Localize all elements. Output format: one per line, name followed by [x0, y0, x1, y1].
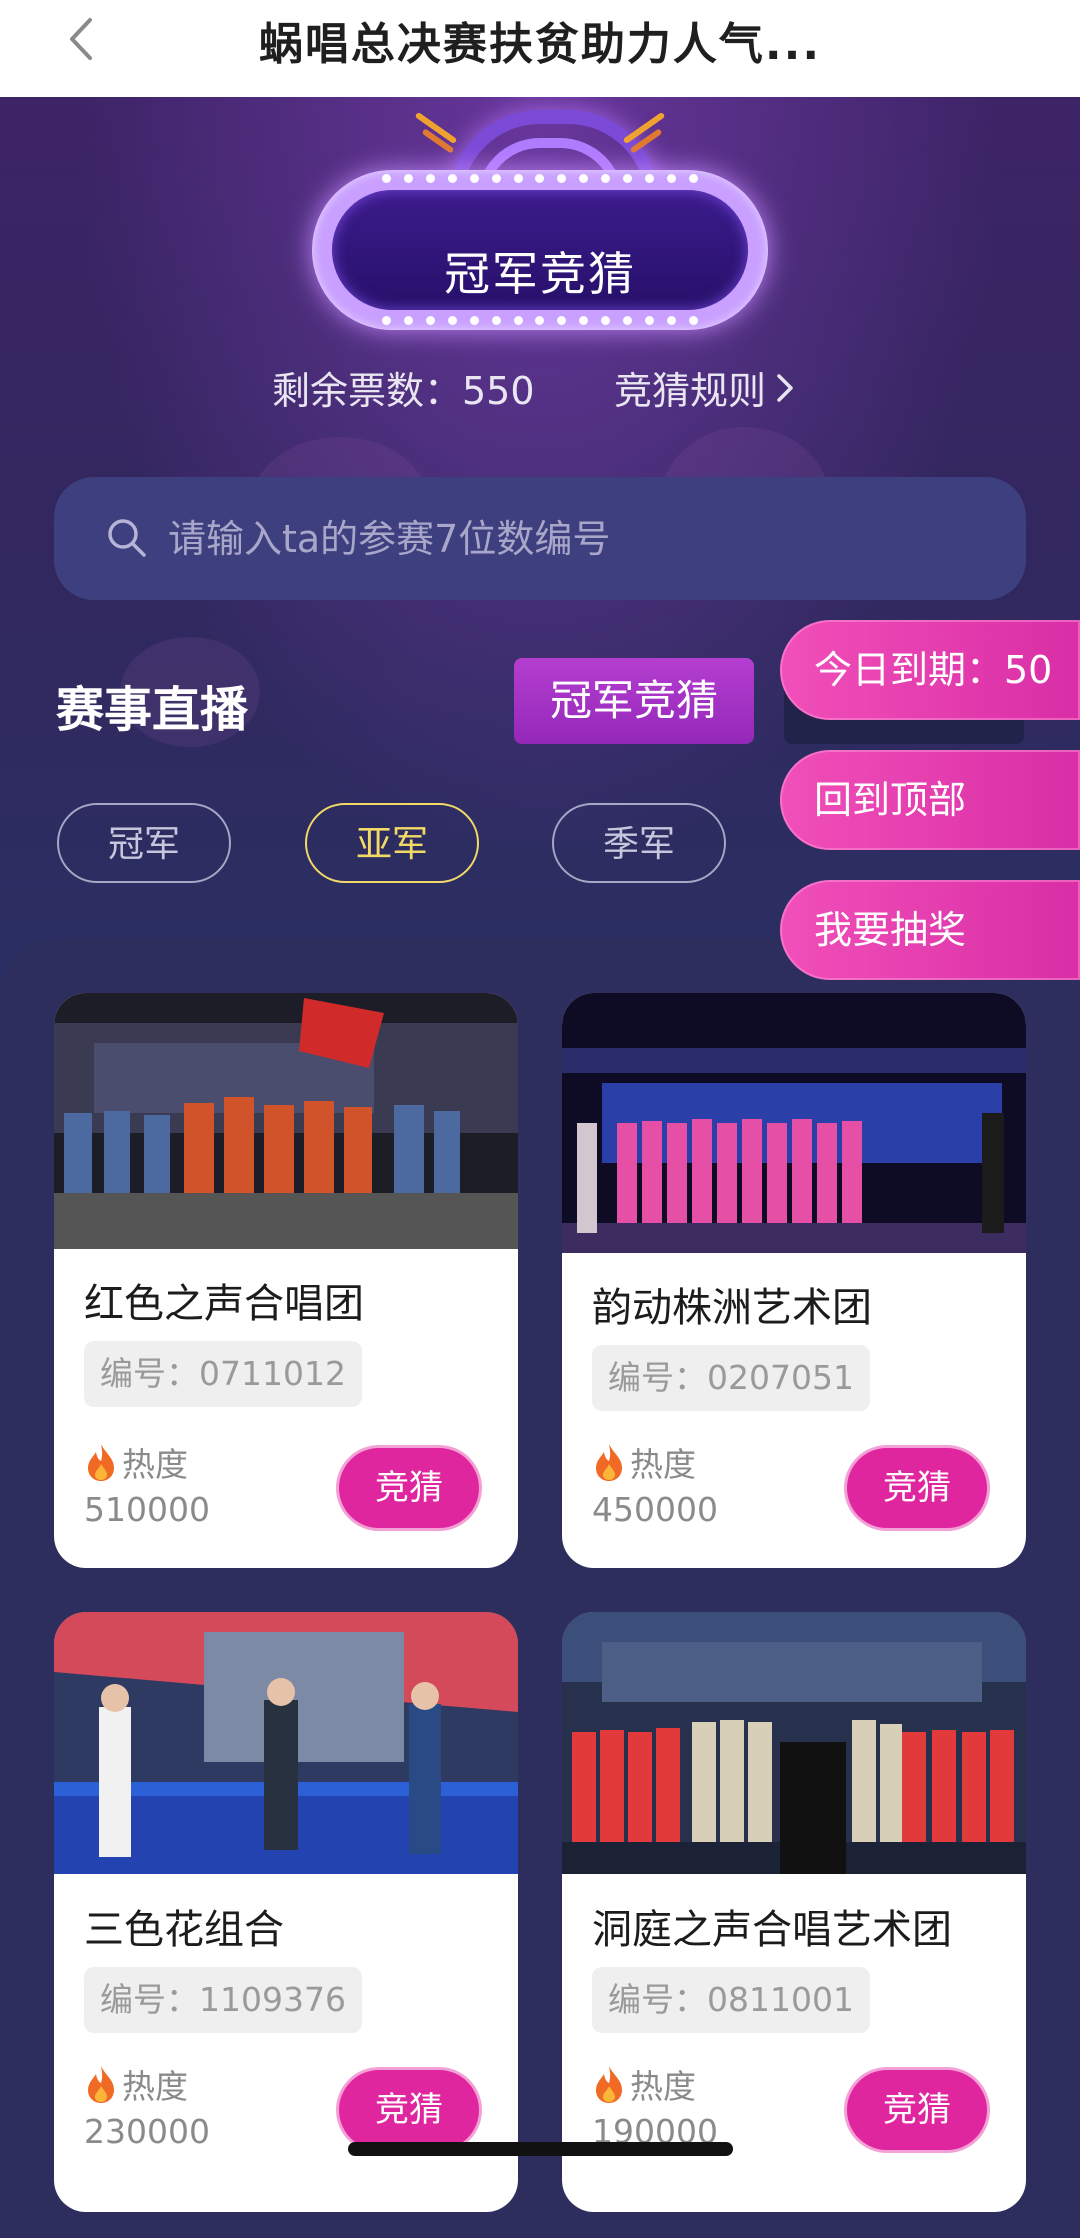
heat-value: 230000: [84, 2112, 210, 2151]
heat-label: 热度: [122, 2067, 188, 2106]
sign-label: 冠军竞猜: [444, 247, 636, 301]
fire-icon: [596, 1444, 622, 1481]
tab-champion-guess[interactable]: 冠军竞猜: [514, 658, 754, 744]
guess-button[interactable]: 竞猜: [336, 2067, 482, 2153]
search-icon: [108, 519, 146, 557]
guess-button[interactable]: 竞猜: [844, 2067, 990, 2153]
contestant-name: 三色花组合: [84, 1907, 284, 1953]
fire-icon: [88, 1444, 114, 1481]
search-bar: [54, 477, 1026, 600]
guess-button[interactable]: 竞猜: [336, 1445, 482, 1531]
contestant-photo: [54, 1612, 518, 1874]
contestant-card[interactable]: 三色花组合 编号：1109376 热度 230000 竞猜: [54, 1612, 518, 2212]
contestant-card[interactable]: 韵动株洲艺术团 编号：0207051 热度 450000 竞猜: [562, 993, 1026, 1568]
filter-champion[interactable]: 冠军: [57, 803, 231, 883]
contestant-photo: [54, 993, 518, 1249]
contestant-photo: [562, 993, 1026, 1253]
heat-value: 510000: [84, 1490, 210, 1529]
filter-third-place[interactable]: 季军: [552, 803, 726, 883]
contestant-photo: [562, 1612, 1026, 1874]
contestant-name: 红色之声合唱团: [84, 1281, 364, 1327]
sign-lights: [382, 174, 698, 184]
sign-panel: 冠军竞猜: [332, 190, 748, 310]
chevron-right-icon: [777, 373, 793, 402]
filter-runner-up[interactable]: 亚军: [305, 803, 479, 883]
champion-guess-sign: 冠军竞猜: [312, 170, 768, 330]
contestant-code: 编号：1109376: [84, 1967, 362, 2033]
section-title: 赛事直播: [56, 682, 249, 738]
contestant-code: 编号：0207051: [592, 1345, 870, 1411]
fire-icon: [88, 2066, 114, 2103]
heat-label: 热度: [122, 1445, 188, 1484]
expiry-today-button[interactable]: 今日到期：50: [780, 620, 1080, 720]
heat-label: 热度: [630, 1445, 696, 1484]
guess-button[interactable]: 竞猜: [844, 1445, 990, 1531]
remaining-tickets: 剩余票数：550: [272, 369, 535, 413]
contestant-code: 编号：0711012: [84, 1341, 362, 1407]
fire-icon: [596, 2066, 622, 2103]
contestant-name: 韵动株洲艺术团: [592, 1285, 872, 1331]
page-title: 蜗唱总决赛扶贫助力人气...: [258, 19, 822, 70]
guess-rules-label: 竞猜规则: [614, 369, 767, 413]
lottery-button[interactable]: 我要抽奖: [780, 880, 1080, 980]
nav-bar: 蜗唱总决赛扶贫助力人气...: [0, 0, 1080, 97]
search-input[interactable]: [166, 505, 970, 573]
contestant-name: 洞庭之声合唱艺术团: [592, 1907, 952, 1953]
contestant-card[interactable]: 洞庭之声合唱艺术团 编号：0811001 热度 190000 竞猜: [562, 1612, 1026, 2212]
contestant-code: 编号：0811001: [592, 1967, 870, 2033]
heat-label: 热度: [630, 2067, 696, 2106]
back-to-top-button[interactable]: 回到顶部: [780, 750, 1080, 850]
guess-rules-link[interactable]: 竞猜规则: [614, 360, 796, 415]
contestant-card[interactable]: 红色之声合唱团 编号：0711012 热度 510000 竞猜: [54, 993, 518, 1568]
home-indicator[interactable]: [348, 2142, 733, 2156]
heat-value: 450000: [592, 1490, 718, 1529]
sign-lights: [382, 316, 698, 326]
